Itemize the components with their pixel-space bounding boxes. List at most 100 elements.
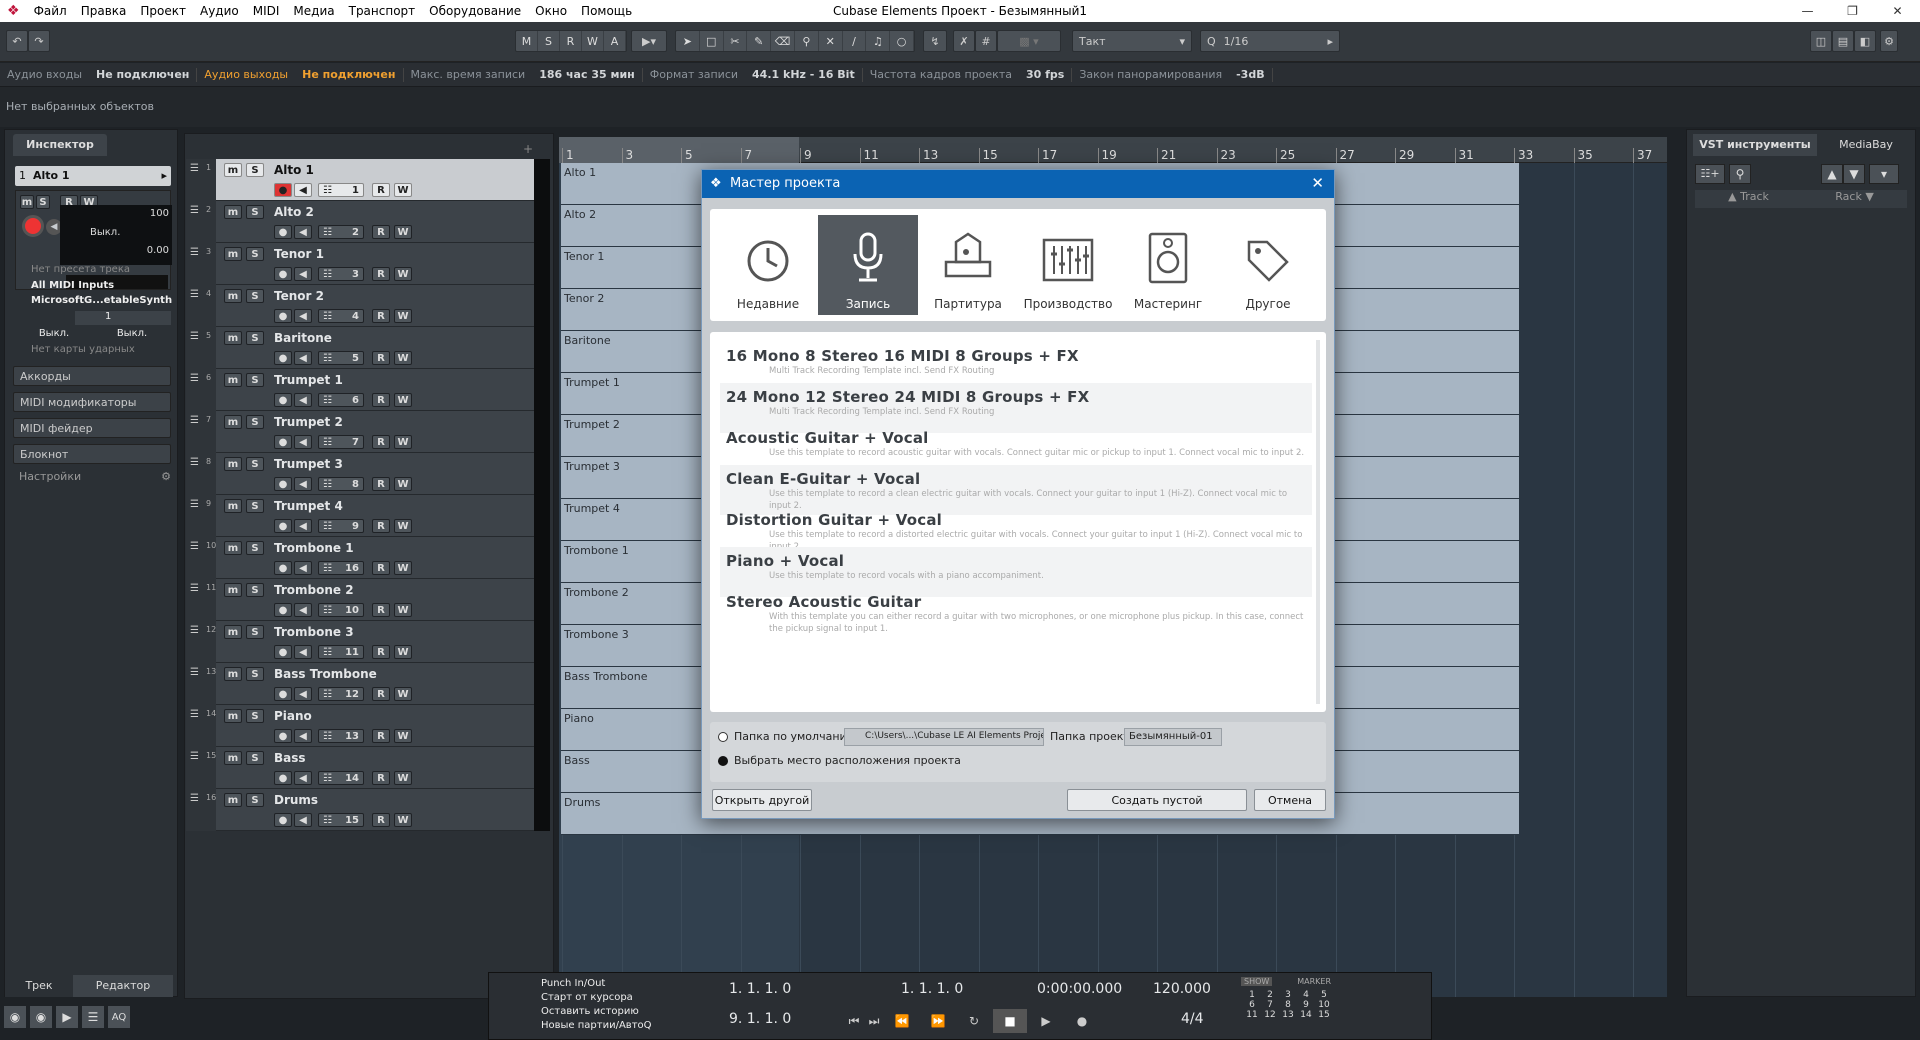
track-solo-button[interactable]: S	[246, 541, 264, 555]
track-record-button[interactable]: ●	[274, 519, 292, 533]
show-button[interactable]: SHOW	[1241, 977, 1273, 986]
track-write-button[interactable]: W	[394, 477, 412, 491]
track-row[interactable]: 10 ☰ m S Trombone 1 ● ◀ ☷ 16 R W	[186, 537, 550, 579]
track-monitor-button[interactable]: ◀	[294, 435, 312, 449]
track-read-button[interactable]: R	[372, 351, 390, 365]
menu-item-1[interactable]: Правка	[74, 4, 134, 18]
time-display[interactable]: 0:00:00.000	[1037, 981, 1122, 997]
track-solo-button[interactable]: S	[246, 331, 264, 345]
track-channel[interactable]: ☷ 2	[318, 225, 364, 239]
track-channel[interactable]: ☷ 15	[318, 813, 364, 827]
track-monitor-button[interactable]: ◀	[294, 477, 312, 491]
menu-item-6[interactable]: Транспорт	[342, 4, 423, 18]
category-other[interactable]: Другое	[1218, 215, 1318, 315]
track-row[interactable]: 15 ☰ m S Bass ● ◀ ☷ 14 R W	[186, 747, 550, 789]
autoscroll-icon[interactable]: ▶▾	[631, 30, 667, 52]
volume-value[interactable]: 100	[150, 208, 169, 219]
track-monitor-button[interactable]: ◀	[294, 687, 312, 701]
arrow-down-icon[interactable]: ▼	[1843, 164, 1865, 184]
track-row[interactable]: 2 ☰ m S Alto 2 ● ◀ ☷ 2 R W	[186, 201, 550, 243]
signature-display[interactable]: 4/4	[1181, 1011, 1204, 1027]
track-record-button[interactable]: ●	[274, 477, 292, 491]
track-monitor-button[interactable]: ◀	[294, 309, 312, 323]
track-write-button[interactable]: W	[394, 603, 412, 617]
track-solo-button[interactable]: S	[246, 751, 264, 765]
track-write-button[interactable]: W	[394, 393, 412, 407]
track-record-button[interactable]: ●	[274, 309, 292, 323]
left-locator[interactable]: 1. 1. 1. 0	[729, 981, 791, 997]
create-empty-button[interactable]: Создать пустой	[1067, 789, 1247, 811]
crossfade-icon[interactable]: ✗	[953, 30, 975, 52]
track-mute-button[interactable]: m	[224, 205, 242, 219]
category-recording[interactable]: Запись	[818, 215, 918, 315]
position-display[interactable]: 1. 1. 1. 0	[901, 981, 963, 997]
track-channel[interactable]: ☷ 1	[318, 183, 364, 197]
track-write-button[interactable]: W	[394, 813, 412, 827]
track-row[interactable]: 8 ☰ m S Trumpet 3 ● ◀ ☷ 8 R W	[186, 453, 550, 495]
redo-icon[interactable]: ↷	[28, 30, 50, 52]
marker-button[interactable]: 8	[1279, 1000, 1297, 1010]
gear-icon[interactable]: ⚙	[161, 470, 171, 483]
track-solo-button[interactable]: S	[246, 457, 264, 471]
program-select[interactable]: Выкл.	[117, 328, 147, 344]
fps-value[interactable]: 30 fps	[1019, 68, 1071, 81]
dialog-close-icon[interactable]: ✕	[1311, 174, 1324, 192]
track-monitor-button[interactable]: ◀	[294, 519, 312, 533]
track-record-button[interactable]: ●	[274, 813, 292, 827]
menu-item-2[interactable]: Проект	[133, 4, 193, 18]
track-solo-button[interactable]: S	[246, 709, 264, 723]
track-row[interactable]: 16 ☰ m S Drums ● ◀ ☷ 15 R W	[186, 789, 550, 831]
metronome-icon[interactable]: ◉	[30, 1006, 52, 1028]
track-monitor-button[interactable]: ◀	[294, 771, 312, 785]
track-channel[interactable]: ☷ 5	[318, 351, 364, 365]
format-value[interactable]: 44.1 kHz - 16 Bit	[745, 68, 862, 81]
menu-item-4[interactable]: MIDI	[246, 4, 287, 18]
go-to-start-icon[interactable]: ⏮	[845, 1009, 863, 1033]
audio-quantize-icon[interactable]: AQ	[108, 1006, 130, 1028]
track-row[interactable]: 6 ☰ m S Trumpet 1 ● ◀ ☷ 6 R W	[186, 369, 550, 411]
track-channel[interactable]: ☷ 6	[318, 393, 364, 407]
track-monitor-button[interactable]: ◀	[294, 183, 312, 197]
mute-tool-icon[interactable]: ✕	[819, 31, 843, 51]
track-mute-button[interactable]: m	[224, 793, 242, 807]
marker-button[interactable]: 10	[1315, 1000, 1333, 1010]
track-read-button[interactable]: R	[372, 267, 390, 281]
category-production[interactable]: Производство	[1018, 215, 1118, 315]
track-channel[interactable]: ☷ 11	[318, 645, 364, 659]
layout-bottom-icon[interactable]: ▤	[1832, 30, 1854, 52]
template-item[interactable]: Stereo Acoustic Guitar With this template…	[720, 588, 1312, 638]
rack-column[interactable]: Rack ▼	[1835, 190, 1874, 208]
tab-mediabay[interactable]: MediaBay	[1821, 134, 1911, 156]
marker-button[interactable]: 2	[1261, 990, 1279, 1000]
track-mute-button[interactable]: m	[224, 667, 242, 681]
section-chords[interactable]: Аккорды	[13, 366, 171, 386]
track-read-button[interactable]: R	[372, 183, 390, 197]
track-mute-button[interactable]: m	[224, 331, 242, 345]
section-midi-modifiers[interactable]: MIDI модификаторы	[13, 392, 171, 412]
marker-button[interactable]: 9	[1297, 1000, 1315, 1010]
record-enable-icon[interactable]	[22, 215, 44, 237]
track-preset[interactable]: Нет пресета трека	[15, 264, 171, 278]
snap-type-select[interactable]: ▩ ▾	[997, 30, 1061, 52]
track-monitor-button[interactable]: ◀	[294, 393, 312, 407]
track-row[interactable]: 7 ☰ m S Trumpet 2 ● ◀ ☷ 7 R W	[186, 411, 550, 453]
track-row[interactable]: 5 ☰ m S Baritone ● ◀ ☷ 5 R W	[186, 327, 550, 369]
category-mastering[interactable]: Мастеринг	[1118, 215, 1218, 315]
delay-value[interactable]: 0.00	[147, 245, 169, 256]
track-solo-button[interactable]: S	[246, 205, 264, 219]
cycle-icon[interactable]: ↻	[957, 1009, 991, 1033]
add-track-icon[interactable]: +	[523, 142, 533, 156]
write-mode-button[interactable]: W	[582, 31, 604, 51]
track-write-button[interactable]: W	[394, 561, 412, 575]
track-column[interactable]: ▲ Track	[1728, 190, 1769, 208]
solo-mode-button[interactable]: S	[538, 31, 560, 51]
track-record-button[interactable]: ●	[274, 225, 292, 239]
track-solo-button[interactable]: S	[246, 625, 264, 639]
arrow-up-icon[interactable]: ▲	[1821, 164, 1843, 184]
quantize-select[interactable]: Q 1/16 ▸	[1200, 30, 1340, 52]
track-row[interactable]: 3 ☰ m S Tenor 1 ● ◀ ☷ 3 R W	[186, 243, 550, 285]
inspector-settings[interactable]: Настройки ⚙	[19, 470, 171, 483]
track-record-button[interactable]: ●	[274, 351, 292, 365]
menu-item-0[interactable]: Файл	[27, 4, 74, 18]
track-monitor-button[interactable]: ◀	[294, 813, 312, 827]
